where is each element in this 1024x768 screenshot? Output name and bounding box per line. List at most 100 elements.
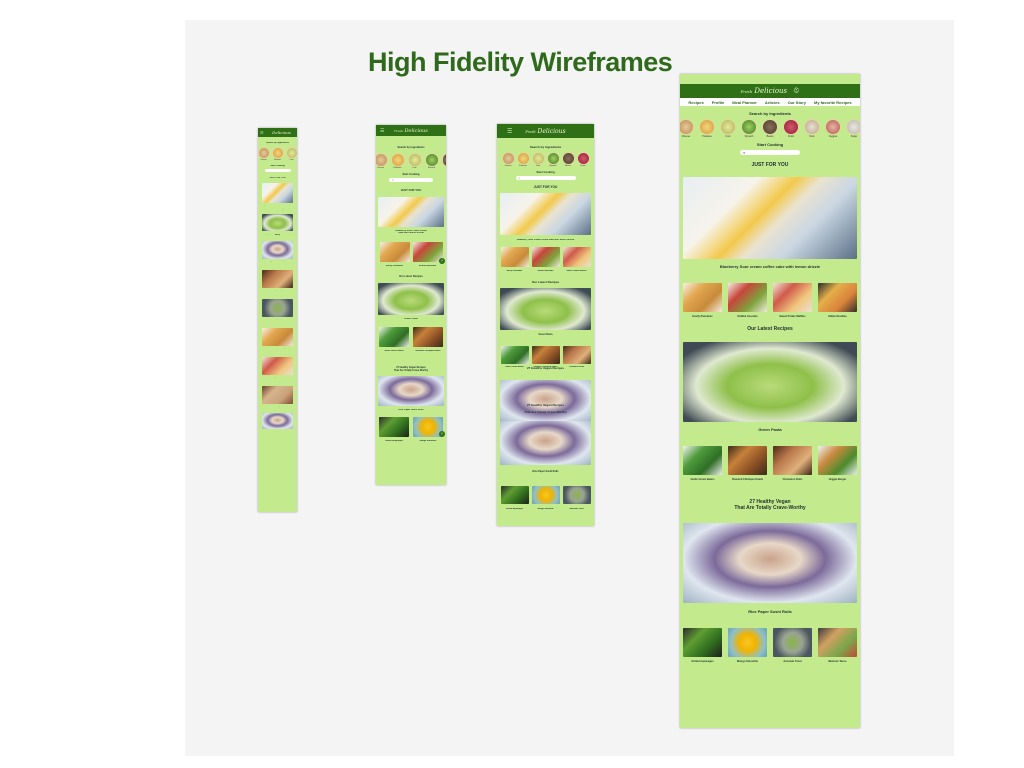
- nav-our-story[interactable]: Our Story: [788, 100, 806, 105]
- recipe-card[interactable]: Stuffed Avocado: [728, 283, 767, 318]
- recipe-card[interactable]: Roasted Chickpea Snack: [531, 346, 560, 368]
- vegan-heading: That Are Totally Crave-Worthy: [393, 369, 429, 372]
- recipe-card[interactable]: Avocado Toast: [773, 628, 812, 663]
- latest-feature-caption: Green Pasta: [758, 427, 782, 432]
- recipe-card[interactable]: Mango Smoothie: [728, 628, 767, 663]
- hamburger-icon[interactable]: ☰: [380, 128, 384, 134]
- recipe-card[interactable]: Mango Smoothie: [413, 417, 443, 442]
- ingredient-potatoes[interactable]: Potatoes: [516, 152, 530, 167]
- vegan-feature-image[interactable]: [378, 376, 444, 406]
- recipe-card[interactable]: Easily Pancakes: [500, 247, 529, 272]
- latest-feature-image[interactable]: [500, 288, 591, 330]
- mobile-item-label: Fun Recipes: [272, 406, 283, 407]
- recipe-card[interactable]: Roasted Chickpea Snack: [413, 327, 443, 352]
- logo[interactable]: Delicious: [272, 130, 291, 135]
- vegan-feature-image[interactable]: [683, 523, 857, 603]
- search-input[interactable]: ⌕: [389, 178, 433, 182]
- recipe-card[interactable]: Easily Pancakes: [379, 242, 410, 267]
- recipe-card[interactable]: Avocado Toast: [562, 486, 591, 510]
- hero-image[interactable]: [378, 197, 444, 227]
- hamburger-icon[interactable]: ☰: [260, 130, 264, 135]
- recipe-card[interactable]: Italian Noodles: [818, 283, 857, 318]
- search-icon: ⌕: [392, 178, 394, 182]
- recipe-card[interactable]: Mango Smoothie: [531, 486, 560, 510]
- recipe-image[interactable]: [262, 241, 293, 259]
- ingredient-fruits[interactable]: Fruits: [783, 119, 799, 138]
- ingredient-beans[interactable]: Beans: [561, 152, 575, 167]
- nav-favorites[interactable]: My favorite Recipes: [814, 100, 852, 105]
- ingredient-corn[interactable]: Corn: [407, 153, 422, 169]
- carousel-next-icon[interactable]: ›: [439, 431, 445, 437]
- latest-feature-image[interactable]: [378, 283, 444, 315]
- ingredient-cheese[interactable]: Cheese: [680, 119, 694, 138]
- ingredient-potatoes[interactable]: Potatoes: [390, 153, 405, 169]
- chef-hat-icon: ⛑: [793, 88, 800, 94]
- wireframe-phone: ☰ Delicious Search by Ingredients Cheese…: [258, 128, 297, 512]
- recipe-card[interactable]: Grilled Asparagus: [500, 486, 529, 510]
- recipe-card[interactable]: Grilled Asparagus: [379, 417, 409, 442]
- latest-feature-caption: Green Pasta: [404, 318, 418, 320]
- recipe-image[interactable]: [262, 357, 293, 375]
- recipe-image[interactable]: [262, 386, 293, 404]
- recipe-image[interactable]: [262, 299, 293, 317]
- ingredient-spinach[interactable]: Spinach: [546, 152, 560, 167]
- recipe-image[interactable]: [262, 214, 293, 231]
- search-by-ingredients-label: Search by Ingredients: [266, 142, 289, 144]
- hero-image[interactable]: [683, 177, 857, 259]
- search-input[interactable]: ⌕: [740, 150, 800, 155]
- search-input[interactable]: ⌕: [515, 176, 576, 180]
- nav-meal-planner[interactable]: Meal Planner: [732, 100, 757, 105]
- recipe-card[interactable]: Stuffed Avocado: [531, 247, 560, 272]
- ingredient-cheese[interactable]: Cheese: [258, 147, 270, 161]
- hamburger-icon[interactable]: ☰: [507, 128, 512, 135]
- recipe-image[interactable]: [262, 270, 293, 288]
- ingredient-spinach[interactable]: Spinach: [424, 153, 439, 169]
- ingredient-veggies[interactable]: Veggies: [825, 119, 841, 138]
- recipe-image[interactable]: [262, 328, 293, 346]
- logo[interactable]: Fresh Delicious: [394, 128, 428, 134]
- ingredient-corn[interactable]: Corn: [285, 147, 297, 161]
- main-nav: Recipes Profile Meal Planner Articles Ou…: [680, 98, 860, 106]
- hero-image[interactable]: [262, 183, 293, 203]
- ingredient-sugar[interactable]: Sugar: [846, 119, 860, 138]
- ingredient-corn[interactable]: Corn: [531, 152, 545, 167]
- ingredient-cheese[interactable]: Cheese: [501, 152, 515, 167]
- ingredient-potatoes[interactable]: Potatoes: [271, 147, 284, 161]
- recipe-card[interactable]: Roasted Chickpea Snack: [728, 446, 767, 481]
- ingredient-potatoes[interactable]: Potatoes: [699, 119, 715, 138]
- recipe-card[interactable]: Grilled Asparagus: [683, 628, 722, 663]
- recipe-card[interactable]: Garlic Green Beans: [379, 327, 409, 352]
- ingredient-spinach[interactable]: Spinach: [741, 119, 757, 138]
- recipe-card[interactable]: Veggie Burger: [818, 446, 857, 481]
- app-header: ☰ Delicious: [258, 128, 297, 137]
- vegan-feature-image[interactable]: [500, 380, 591, 422]
- recipe-card[interactable]: Sweet Potato Waffles: [562, 247, 591, 272]
- ingredient-cheese[interactable]: Cheese: [376, 153, 388, 169]
- recipe-card[interactable]: Garlic Green Beans: [500, 346, 529, 368]
- ingredient-fruits[interactable]: Fruits: [576, 152, 590, 167]
- hero-image[interactable]: [500, 193, 591, 235]
- just-for-you-heading: JUST FOR YOU: [751, 162, 789, 168]
- logo[interactable]: Fresh Delicious: [741, 87, 788, 95]
- recipe-card[interactable]: Easily Pancakes: [683, 283, 722, 318]
- nav-recipes[interactable]: Recipes: [688, 100, 703, 105]
- latest-feature-image[interactable]: [683, 342, 857, 422]
- recipe-card[interactable]: Stuffed Avocado: [412, 242, 443, 267]
- recipe-card[interactable]: Cinnamon Rolls: [562, 346, 591, 368]
- nav-profile[interactable]: Profile: [712, 100, 724, 105]
- recipe-image[interactable]: [262, 413, 293, 429]
- recipe-card[interactable]: Garlic Green Beans: [683, 446, 722, 481]
- logo[interactable]: Fresh Delicious: [525, 128, 565, 135]
- ingredient-beans[interactable]: Beans: [762, 119, 778, 138]
- nav-articles[interactable]: Articles: [765, 100, 780, 105]
- ingredient-beans[interactable]: [441, 153, 446, 169]
- ingredient-corn[interactable]: Corn: [720, 119, 736, 138]
- ingredient-nuts[interactable]: Nuts: [804, 119, 820, 138]
- carousel-next-icon[interactable]: ›: [439, 258, 445, 264]
- recipe-card[interactable]: Mexican Tacos: [818, 628, 857, 663]
- recipe-card[interactable]: Cinnamon Rolls: [773, 446, 812, 481]
- vegan-feature-image[interactable]: [500, 421, 591, 465]
- mobile-item-label: 27 Healthy Vegan Recipes That Are Totall…: [259, 234, 296, 236]
- recipe-card[interactable]: Sweet Potato Waffles: [773, 283, 812, 318]
- search-input[interactable]: [264, 169, 291, 172]
